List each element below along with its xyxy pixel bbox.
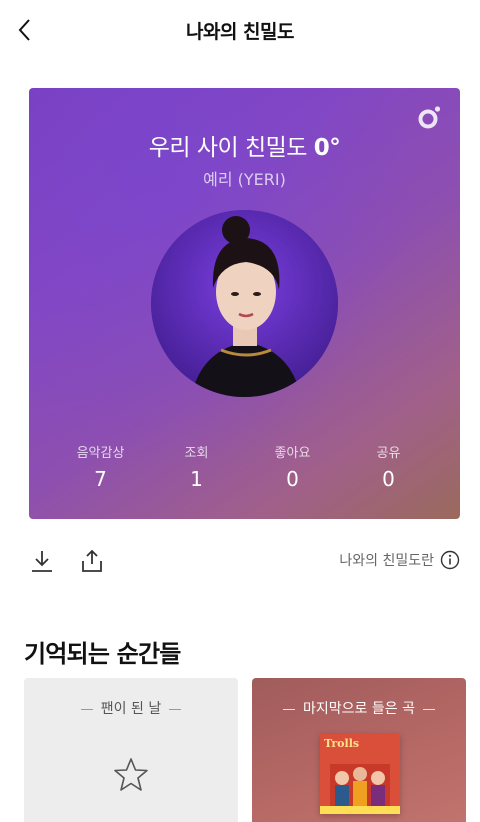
info-link-label: 나와의 친밀도란 bbox=[339, 553, 434, 569]
dash-divider bbox=[80, 708, 93, 710]
download-icon bbox=[32, 551, 52, 572]
fan-day-tile[interactable]: 팬이 된 날 bbox=[24, 678, 238, 822]
stat-value: 0 bbox=[286, 467, 299, 491]
dash-divider bbox=[169, 708, 182, 710]
stat-value: 0 bbox=[382, 467, 395, 491]
tile-label-text: 마지막으로 들은 곡 bbox=[303, 701, 415, 717]
stat-label: 음악감상 bbox=[76, 446, 125, 461]
stat-shares: 공유 0 bbox=[341, 442, 436, 491]
stat-label: 공유 bbox=[376, 446, 401, 461]
share-icon bbox=[82, 549, 102, 572]
share-button[interactable] bbox=[79, 548, 105, 574]
stat-value: 7 bbox=[94, 467, 107, 491]
stat-value: 1 bbox=[190, 467, 203, 491]
page-title: 나와의 친밀도 bbox=[186, 21, 295, 43]
dash-divider bbox=[283, 708, 296, 710]
intimacy-degree: 0° bbox=[313, 135, 341, 161]
album-art-icon bbox=[320, 764, 400, 814]
artist-photo-icon bbox=[151, 210, 338, 397]
intimacy-title-text: 우리 사이 친밀도 bbox=[148, 135, 314, 161]
stat-likes: 좋아요 0 bbox=[245, 442, 340, 491]
star-icon bbox=[114, 758, 148, 791]
intimacy-card: 우리 사이 친밀도 0° 예리 (YERI) 음악감상 7 조회 1 좋아요 0… bbox=[29, 88, 460, 519]
action-bar: 나와의 친밀도란 bbox=[0, 540, 480, 584]
stat-label: 조회 bbox=[184, 446, 209, 461]
info-icon bbox=[440, 550, 460, 570]
tile-label: 팬이 된 날 bbox=[24, 698, 238, 718]
app-logo-icon bbox=[418, 106, 441, 129]
tile-label-text: 팬이 된 날 bbox=[100, 701, 162, 717]
download-button[interactable] bbox=[29, 548, 55, 574]
intimacy-title: 우리 사이 친밀도 0° bbox=[29, 128, 460, 162]
dash-divider bbox=[422, 708, 435, 710]
stat-listens: 음악감상 7 bbox=[53, 442, 148, 491]
tile-label: 마지막으로 들은 곡 bbox=[252, 698, 466, 718]
header: 나와의 친밀도 bbox=[0, 0, 480, 58]
section-title: 기억되는 순간들 bbox=[24, 640, 181, 668]
last-played-tile[interactable]: 마지막으로 들은 곡 Trolls bbox=[252, 678, 466, 822]
artist-name: 예리 (YERI) bbox=[203, 170, 286, 189]
stats-row: 음악감상 7 조회 1 좋아요 0 공유 0 bbox=[53, 442, 436, 491]
artist-avatar[interactable] bbox=[151, 210, 338, 397]
album-cover[interactable]: Trolls bbox=[320, 734, 400, 814]
stat-views: 조회 1 bbox=[149, 442, 244, 491]
intimacy-info-link[interactable]: 나와의 친밀도란 bbox=[339, 550, 460, 570]
stat-label: 좋아요 bbox=[274, 446, 311, 461]
